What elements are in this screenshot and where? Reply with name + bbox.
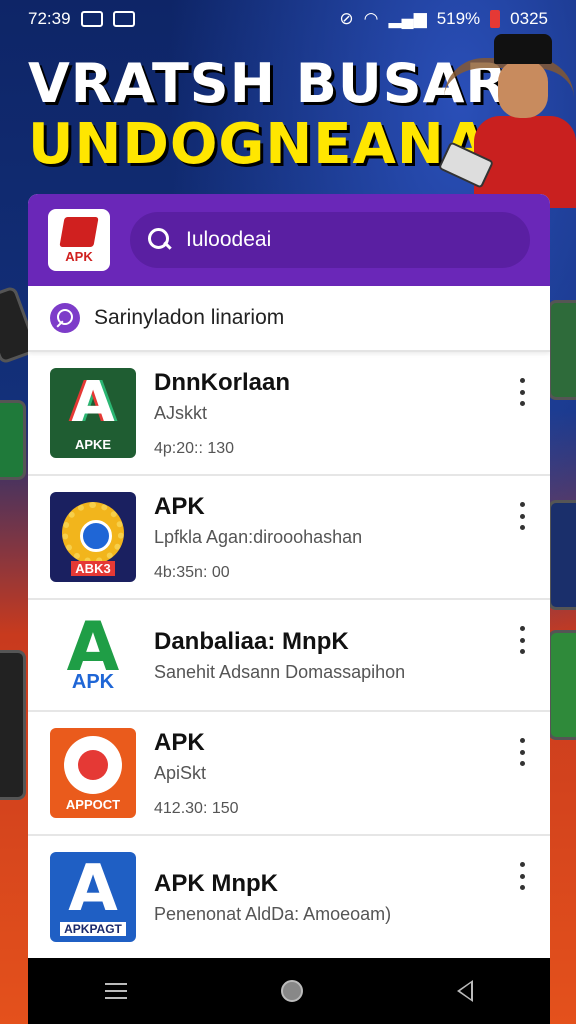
more-options-icon[interactable]: [512, 502, 532, 530]
status-clock-right: 0325: [510, 9, 548, 28]
battery-icon: [490, 10, 501, 28]
app-name: APK MnpK: [154, 869, 278, 897]
app-name: Danbaliaa: MnpK: [154, 627, 349, 655]
app-icon: A APK: [50, 610, 136, 700]
officer-illustration: [437, 28, 576, 208]
app-subtitle: Sanehit Adsann Domassapihon: [154, 661, 406, 682]
signal-icon: ▂▄▆: [388, 9, 427, 28]
app-icon-tag: APKE: [74, 437, 112, 452]
list-item[interactable]: A APKPAGT APK MnpK Penenonat AldDa: Amoe…: [28, 836, 550, 960]
app-icon: APPOCT: [50, 728, 136, 818]
back-icon[interactable]: [457, 980, 473, 1002]
list-item[interactable]: A APKE DnnKorlaan AJskkt 4p:20:: 130: [28, 352, 550, 476]
background-phone: [548, 630, 576, 740]
banner-title: VRATSH BUSAR: [28, 52, 508, 115]
app-subtitle: AJskkt: [154, 402, 208, 423]
app-meta: 412.30: 150: [154, 799, 239, 817]
section-header[interactable]: Sarinyladon linariom: [28, 286, 550, 352]
app-list-card: APK Iuloodeai Sarinyladon linariom A APK…: [28, 194, 550, 960]
list-item[interactable]: ABK3 APK Lpfkla Agan:dirooohashan 4b:35n…: [28, 476, 550, 600]
home-icon[interactable]: [281, 980, 303, 1002]
app-icon: A APKE: [50, 368, 136, 458]
search-icon: [50, 303, 80, 333]
app-icon: ABK3: [50, 492, 136, 582]
navigation-bar: [28, 958, 550, 1024]
app-icon-tag: APPOCT: [65, 797, 121, 812]
app-meta: 4b:35n: 00: [154, 563, 230, 581]
more-options-icon[interactable]: [512, 862, 532, 890]
app-meta: 4p:20:: 130: [154, 439, 235, 457]
app-icon-tag: APKPAGT: [60, 922, 126, 936]
app-icon: A APKPAGT: [50, 852, 136, 942]
notification-icon: [112, 11, 135, 27]
more-options-icon[interactable]: [512, 378, 532, 406]
app-list: A APKE DnnKorlaan AJskkt 4p:20:: 130 ABK…: [28, 352, 550, 960]
apk-logo-label: APK: [65, 248, 93, 264]
app-name: APK: [154, 728, 205, 756]
search-icon: [148, 228, 172, 252]
app-header: APK Iuloodeai: [28, 194, 550, 286]
mute-icon: ⊘: [339, 9, 354, 28]
more-options-icon[interactable]: [512, 738, 532, 766]
list-item[interactable]: APPOCT APK ApiSkt 412.30: 150: [28, 712, 550, 836]
gear-icon: [62, 502, 124, 564]
search-bar[interactable]: Iuloodeai: [130, 212, 530, 268]
apk-logo[interactable]: APK: [48, 209, 110, 271]
banner-subtitle: UNDOGNEANA: [28, 112, 490, 177]
background-phone: [548, 500, 576, 610]
app-name: DnnKorlaan: [154, 368, 291, 396]
app-icon-tag: ABK3: [71, 561, 115, 576]
more-options-icon[interactable]: [512, 626, 532, 654]
apk-logo-shape: [59, 216, 99, 247]
app-icon-glyph: A: [71, 370, 115, 435]
status-time: 72:39: [28, 9, 71, 28]
app-subtitle: Lpfkla Agan:dirooohashan: [154, 526, 363, 547]
battery-percent: 519%: [436, 9, 481, 28]
app-icon-glyph: A: [68, 852, 118, 926]
star-icon: [64, 736, 122, 794]
section-header-label: Sarinyladon linariom: [94, 306, 285, 329]
background-phone: [0, 650, 26, 800]
recents-icon[interactable]: [105, 983, 127, 999]
app-icon-tag: APK: [71, 671, 115, 693]
youtube-icon: [80, 11, 103, 27]
search-text: Iuloodeai: [186, 228, 272, 251]
app-subtitle: ApiSkt: [154, 762, 207, 783]
app-subtitle: Penenonat AldDa: Amoeoam): [154, 903, 392, 924]
background-phone: [548, 300, 576, 400]
list-item[interactable]: A APK Danbaliaa: MnpK Sanehit Adsann Dom…: [28, 600, 550, 712]
wifi-icon: ◠: [363, 9, 379, 28]
background-phone: [0, 400, 26, 480]
app-name: APK: [154, 492, 205, 520]
